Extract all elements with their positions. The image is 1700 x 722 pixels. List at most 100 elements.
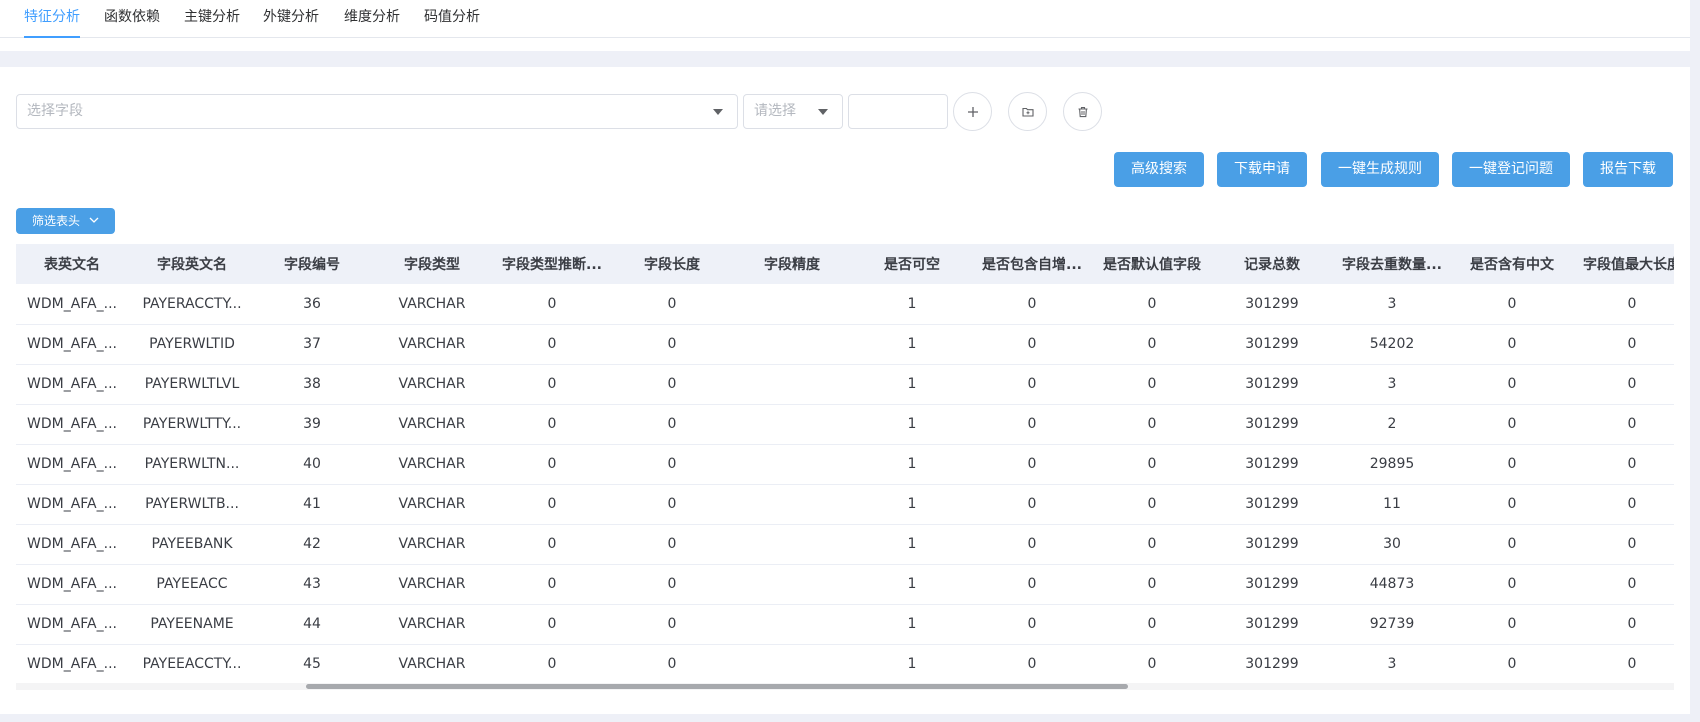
column-header[interactable]: 字段精度 (736, 244, 848, 284)
tab-functional-dependency[interactable]: 函数依赖 (104, 0, 160, 38)
generate-rules-button[interactable]: 一键生成规则 (1321, 152, 1439, 187)
table-cell: 0 (608, 644, 736, 685)
column-header[interactable]: 字段类型 (368, 244, 496, 284)
table-row[interactable]: WDM_AFA_... PAYERWLTN... 40 VARCHAR 0 0 1 0 0 301… (16, 444, 1674, 485)
table-cell: 0 (496, 284, 608, 325)
column-header[interactable]: 字段英文名 (128, 244, 256, 284)
table-cell: PAYERWLTN... (128, 444, 256, 485)
table-cell: 0 (976, 564, 1088, 605)
table-cell: PAYERWLTID (128, 324, 256, 365)
report-download-button[interactable]: 报告下载 (1583, 152, 1673, 187)
column-header[interactable]: 是否默认值字段 (1088, 244, 1216, 284)
table-cell: WDM_AFA_... (16, 364, 128, 405)
table-cell: 0 (976, 484, 1088, 525)
table-cell: 301299 (1216, 484, 1328, 525)
table-cell: 1 (848, 364, 976, 405)
column-header[interactable]: 字段类型推断... (496, 244, 608, 284)
table-cell: 0 (1568, 404, 1674, 445)
table-cell: WDM_AFA_... (16, 324, 128, 365)
table-cell: PAYERWLTLVL (128, 364, 256, 405)
table-cell: 0 (496, 564, 608, 605)
table-cell: 92739 (1328, 604, 1456, 645)
table-cell: PAYEEBANK (128, 524, 256, 565)
table-cell: 0 (608, 364, 736, 405)
download-request-button[interactable]: 下载申请 (1217, 152, 1307, 187)
table-cell: VARCHAR (368, 524, 496, 565)
table-cell: 0 (1456, 444, 1568, 485)
column-header[interactable]: 字段编号 (256, 244, 368, 284)
tab-foreign-key-analysis[interactable]: 外键分析 (263, 0, 319, 38)
column-header[interactable]: 字段长度 (608, 244, 736, 284)
folder-icon (1021, 107, 1034, 117)
table-cell: 41 (256, 484, 368, 525)
table-cell: 0 (1568, 324, 1674, 365)
table-cell: 0 (1456, 564, 1568, 605)
table-cell: 0 (1088, 284, 1216, 325)
table-cell: WDM_AFA_... (16, 644, 128, 685)
table-row[interactable]: WDM_AFA_... PAYEEACC 43 VARCHAR 0 0 1 0 0 301299 4… (16, 564, 1674, 605)
table-cell: 0 (1088, 324, 1216, 365)
table-cell: PAYERWLTB... (128, 484, 256, 525)
table-row[interactable]: WDM_AFA_... PAYEEBANK 42 VARCHAR 0 0 1 0 0 301299… (16, 524, 1674, 565)
register-issue-button[interactable]: 一键登记问题 (1452, 152, 1570, 187)
column-header[interactable]: 记录总数 (1216, 244, 1328, 284)
table-cell: PAYERACCTY... (128, 284, 256, 325)
table-row[interactable]: WDM_AFA_... PAYERWLTID 37 VARCHAR 0 0 1 0 0 30129… (16, 324, 1674, 365)
table-cell: 37 (256, 324, 368, 365)
table-row[interactable]: WDM_AFA_... PAYEEACCTY... 45 VARCHAR 0 0 1 0 0 30… (16, 644, 1674, 685)
tab-dimension-analysis[interactable]: 维度分析 (344, 0, 400, 38)
table-cell (736, 284, 848, 325)
horizontal-scrollbar-thumb[interactable] (306, 684, 1128, 689)
table-cell: 301299 (1216, 404, 1328, 445)
table-cell: 1 (848, 644, 976, 685)
column-header[interactable]: 是否包含自增... (976, 244, 1088, 284)
data-table: 表英文名 字段英文名 字段编号 字段类型 字段类型推断... 字段长度 字段精度… (16, 244, 1674, 690)
field-select[interactable]: 选择字段 (16, 94, 738, 129)
table-cell: 301299 (1216, 324, 1328, 365)
table-cell: 29895 (1328, 444, 1456, 485)
table-cell: 0 (1568, 444, 1674, 485)
table-cell (736, 324, 848, 365)
column-header[interactable]: 是否含有中文 (1456, 244, 1568, 284)
table-cell: 0 (976, 284, 1088, 325)
tab-primary-key-analysis[interactable]: 主键分析 (184, 0, 240, 38)
advanced-search-button[interactable]: 高级搜索 (1114, 152, 1204, 187)
table-cell: 1 (848, 284, 976, 325)
table-cell: VARCHAR (368, 644, 496, 685)
table-cell: 301299 (1216, 444, 1328, 485)
table-cell: 0 (1568, 564, 1674, 605)
add-condition-button[interactable] (953, 92, 992, 131)
folder-button[interactable] (1008, 92, 1047, 131)
table-cell: 301299 (1216, 564, 1328, 605)
table-cell: 0 (976, 364, 1088, 405)
tab-code-value-analysis[interactable]: 码值分析 (424, 0, 480, 38)
table-cell: 0 (1088, 404, 1216, 445)
table-cell: 0 (976, 444, 1088, 485)
table-row[interactable]: WDM_AFA_... PAYEENAME 44 VARCHAR 0 0 1 0 0 301299… (16, 604, 1674, 645)
operator-select[interactable]: 请选择 (743, 94, 843, 129)
table-cell (736, 444, 848, 485)
table-row[interactable]: WDM_AFA_... PAYERWLTB... 41 VARCHAR 0 0 1 0 0 301… (16, 484, 1674, 525)
column-header[interactable]: 表英文名 (16, 244, 128, 284)
column-header[interactable]: 是否可空 (848, 244, 976, 284)
tab-feature-analysis[interactable]: 特征分析 (24, 0, 80, 38)
table-row[interactable]: WDM_AFA_... PAYERWLTLVL 38 VARCHAR 0 0 1 0 0 3012… (16, 364, 1674, 405)
table-cell: 1 (848, 524, 976, 565)
table-cell: WDM_AFA_... (16, 604, 128, 645)
table-cell: 0 (1568, 364, 1674, 405)
table-cell: 40 (256, 444, 368, 485)
filter-value-input[interactable] (848, 94, 948, 129)
table-cell: 0 (1456, 284, 1568, 325)
filter-header-button[interactable]: 筛选表头 (16, 208, 115, 234)
delete-button[interactable] (1063, 92, 1102, 131)
table-cell: 44873 (1328, 564, 1456, 605)
table-cell: VARCHAR (368, 564, 496, 605)
chevron-down-icon (89, 217, 99, 223)
table-cell: 1 (848, 484, 976, 525)
column-header[interactable]: 字段去重数量... (1328, 244, 1456, 284)
table-row[interactable]: WDM_AFA_... PAYERWLTTY... 39 VARCHAR 0 0 1 0 0 30… (16, 404, 1674, 445)
table-cell: 3 (1328, 284, 1456, 325)
table-row[interactable]: WDM_AFA_... PAYERACCTY... 36 VARCHAR 0 0 1 0 0 30… (16, 284, 1674, 325)
column-header[interactable]: 字段值最大长度 (1568, 244, 1674, 284)
table-cell: VARCHAR (368, 324, 496, 365)
